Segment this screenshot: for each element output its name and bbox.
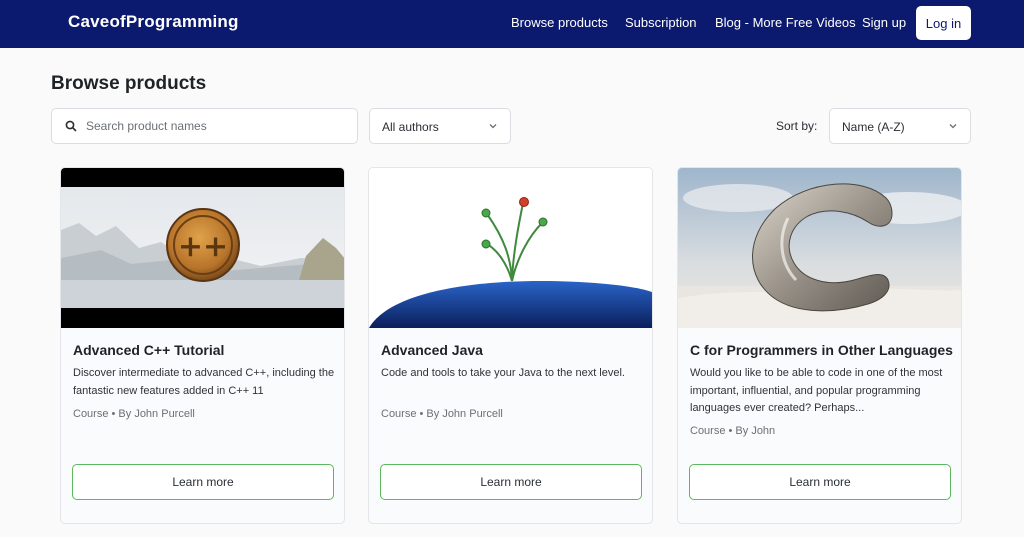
product-title[interactable]: C for Programmers in Other Languages xyxy=(690,342,953,358)
sort-select-value: Name (A-Z) xyxy=(842,120,905,134)
product-image-c[interactable] xyxy=(678,168,961,328)
site-logo[interactable]: CaveofProgramming xyxy=(68,12,239,32)
chevron-down-icon xyxy=(489,124,497,129)
product-meta: Course • By John xyxy=(690,425,776,437)
search-box[interactable] xyxy=(51,108,358,144)
learn-more-button[interactable]: Learn more xyxy=(689,464,951,500)
product-meta: Course • By John Purcell xyxy=(73,408,195,420)
product-meta: Course • By John Purcell xyxy=(381,408,503,420)
product-image-cpp[interactable]: ++ xyxy=(61,168,344,328)
product-title[interactable]: Advanced C++ Tutorial xyxy=(73,342,224,358)
sort-label: Sort by: xyxy=(776,119,818,133)
login-button[interactable]: Log in xyxy=(916,6,971,40)
learn-more-button[interactable]: Learn more xyxy=(380,464,642,500)
product-card[interactable]: ++ Advanced C++ Tutorial Discover interm… xyxy=(60,167,345,524)
learn-more-button[interactable]: Learn more xyxy=(72,464,334,500)
nav-sign-up[interactable]: Sign up xyxy=(862,15,906,30)
nav-subscription[interactable]: Subscription xyxy=(625,15,697,30)
svg-text:++: ++ xyxy=(178,229,228,264)
product-description: Code and tools to take your Java to the … xyxy=(381,367,625,379)
top-navbar: CaveofProgramming Browse products Subscr… xyxy=(0,0,1024,48)
product-image-java[interactable] xyxy=(369,168,652,328)
page-title: Browse products xyxy=(51,73,207,94)
nav-blog[interactable]: Blog - More Free Videos xyxy=(715,15,856,30)
product-card[interactable]: Advanced Java Code and tools to take you… xyxy=(368,167,653,524)
chevron-down-icon xyxy=(949,124,957,129)
authors-select-value: All authors xyxy=(382,120,439,134)
product-description: Discover intermediate to advanced C++, i… xyxy=(73,367,335,397)
sort-select[interactable]: Name (A-Z) xyxy=(829,108,971,144)
product-title[interactable]: Advanced Java xyxy=(381,342,483,358)
product-card[interactable]: C for Programmers in Other Languages Wou… xyxy=(677,167,962,524)
search-icon xyxy=(65,120,77,132)
authors-select[interactable]: All authors xyxy=(369,108,511,144)
nav-browse-products[interactable]: Browse products xyxy=(511,15,608,30)
product-description: Would you like to be able to code in one… xyxy=(690,367,943,414)
search-input[interactable] xyxy=(86,109,351,143)
